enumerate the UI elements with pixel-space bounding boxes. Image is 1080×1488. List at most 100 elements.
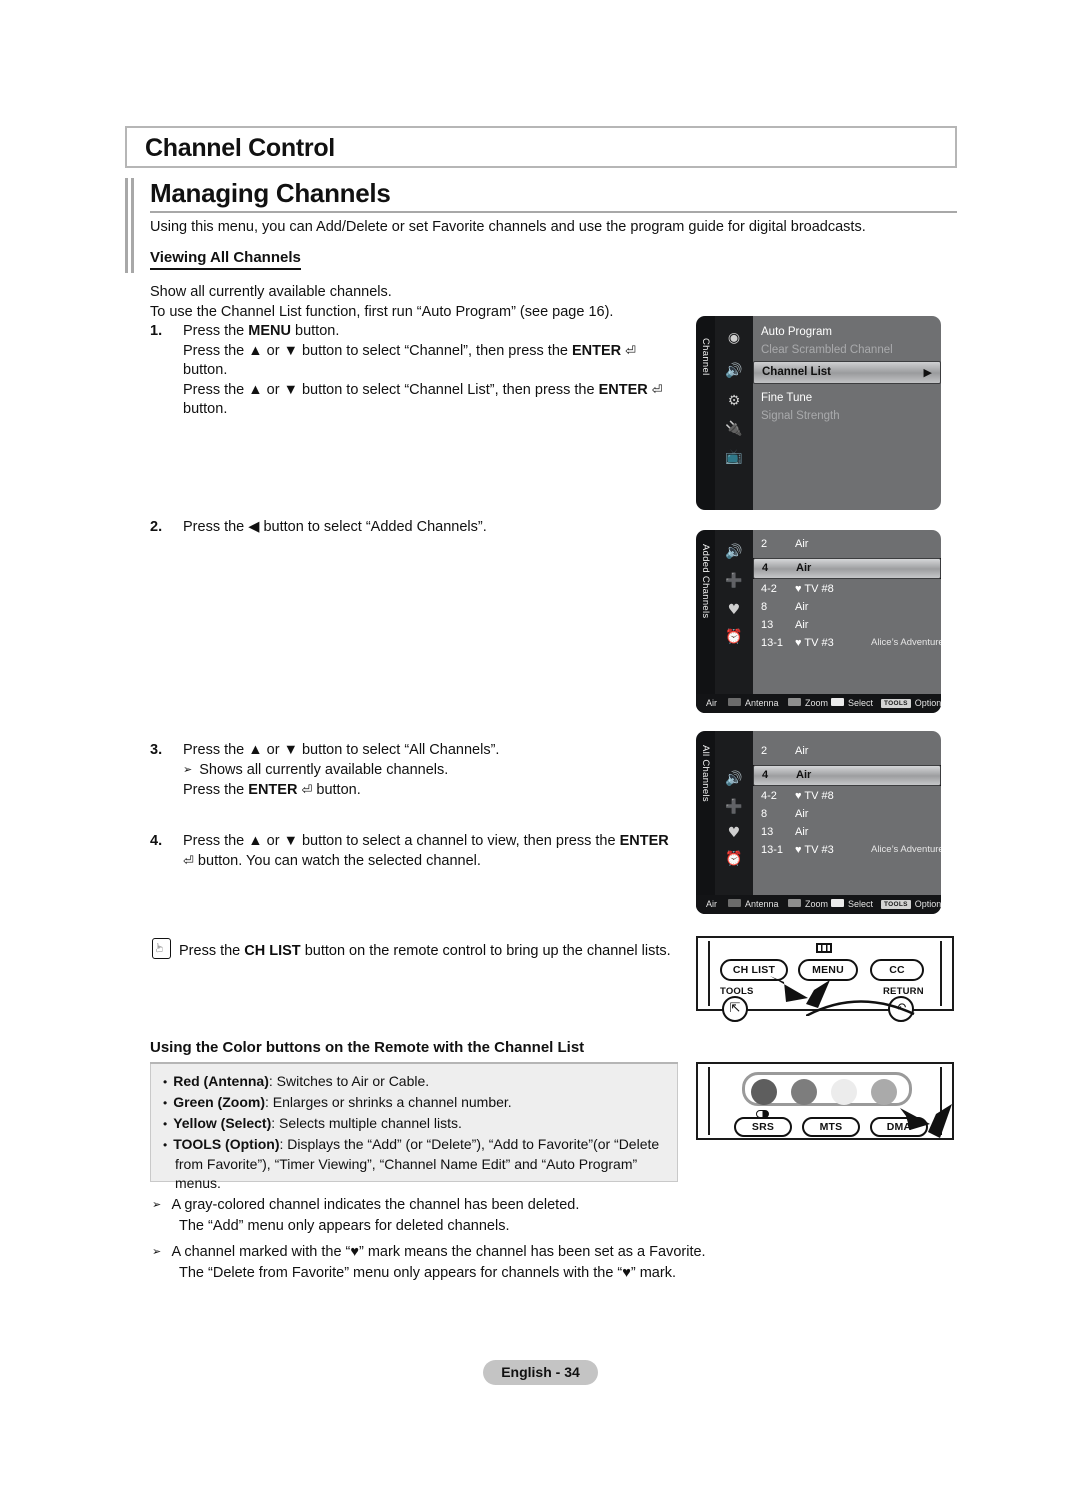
footer-yellow-label: Select bbox=[848, 899, 874, 909]
step-1-line-3: Press the ▲ or ▼ button to select “Chann… bbox=[183, 381, 663, 418]
footer-source-label: Air bbox=[706, 698, 717, 708]
added-channels-icon[interactable]: ➕ bbox=[723, 797, 745, 817]
lead-line-2: To use the Channel List function, first … bbox=[150, 303, 614, 320]
blue-color-button[interactable] bbox=[871, 1079, 897, 1105]
yellow-color-button[interactable] bbox=[831, 1079, 857, 1105]
osd-added-body: 2 Air 4 Air 4-2 ♥ TV #8 8 Air 13 Air 13-… bbox=[753, 530, 941, 713]
antenna-icon[interactable]: ◉ bbox=[723, 328, 745, 348]
section-intro: Using this menu, you can Add/Delete or s… bbox=[150, 219, 866, 235]
pointing-hand-icon bbox=[152, 938, 171, 959]
step-2-text: Press the ◀ button to select “Added Chan… bbox=[183, 519, 487, 535]
step-1-line-1: Press the MENU button. bbox=[183, 323, 340, 339]
osd-added-rail-label: Added Channels bbox=[700, 544, 711, 619]
menu-item-auto-program[interactable]: Auto Program bbox=[761, 326, 941, 338]
step-4: 4. Press the ▲ or ▼ button to select a c… bbox=[150, 832, 690, 871]
all-channels-icon[interactable]: 🔊 bbox=[723, 542, 745, 562]
color-buttons-box: Red (Antenna): Switches to Air or Cable.… bbox=[150, 1064, 678, 1191]
gear-icon[interactable]: ⚙ bbox=[723, 391, 745, 411]
color-button-item-tools: TOOLS (Option): Displays the “Add” (or “… bbox=[163, 1135, 665, 1193]
footer-green-label: Zoom bbox=[805, 698, 829, 708]
added-channels-icon[interactable]: ➕ bbox=[723, 571, 745, 591]
section-title: Managing Channels bbox=[150, 178, 391, 208]
green-swatch bbox=[788, 698, 801, 706]
programmed-icon[interactable]: ⏰ bbox=[723, 627, 745, 647]
channel-number: 4-2 bbox=[761, 790, 777, 802]
menu-item-clear-scrambled-channel[interactable]: Clear Scrambled Channel bbox=[761, 344, 941, 356]
footer-tools-option[interactable]: TOOLS Option bbox=[881, 698, 941, 708]
step-3-line-1: Press the ▲ or ▼ button to select “All C… bbox=[183, 742, 500, 758]
footer-red-antenna[interactable]: Antenna bbox=[728, 698, 779, 708]
footer-tools-label: Option bbox=[914, 698, 941, 708]
color-button-desc-yellow: : Selects multiple channel lists. bbox=[271, 1115, 462, 1131]
ch-list-note: Press the CH LIST button on the remote c… bbox=[152, 938, 697, 962]
remote-illustration-color-buttons: SRS MTS DMA bbox=[696, 1062, 954, 1140]
color-button-key-red: Red (Antenna) bbox=[173, 1073, 269, 1089]
channel-icon[interactable]: 🔊 bbox=[723, 361, 745, 381]
step-3-text: Press the ▲ or ▼ button to select “All C… bbox=[183, 741, 690, 801]
remote-illustration-ch-list: CH LIST MENU CC TOOLS RETURN ⇱ ↶ bbox=[696, 936, 954, 1022]
footer-source-label: Air bbox=[706, 899, 717, 909]
channel-name: ♥ TV #8 bbox=[795, 790, 834, 802]
favorites-heart-icon[interactable]: ♥ bbox=[723, 600, 745, 620]
enter-glyph-icon: ⏎ bbox=[625, 343, 637, 359]
remote-edge-line-right bbox=[940, 941, 942, 1006]
plug-icon[interactable]: 🔌 bbox=[723, 419, 745, 439]
chapter-title-bar: Channel Control bbox=[125, 126, 957, 168]
programmed-icon[interactable]: ⏰ bbox=[723, 849, 745, 869]
all-channels-icon[interactable]: 🔊 bbox=[723, 769, 745, 789]
channel-name: Air bbox=[795, 619, 809, 631]
footer-yellow-select[interactable]: Select bbox=[831, 698, 873, 708]
table-row[interactable]: 8 Air bbox=[753, 601, 941, 619]
channel-name: ♥ TV #8 bbox=[795, 583, 834, 595]
cc-button[interactable]: CC bbox=[870, 959, 924, 981]
table-row[interactable]: 2 Air bbox=[753, 538, 941, 556]
footer-green-zoom[interactable]: Zoom bbox=[788, 698, 828, 708]
table-row[interactable]: 13-1 ♥ TV #3 Alice’s Adventures in Wonde… bbox=[753, 637, 941, 655]
srs-button[interactable]: SRS bbox=[734, 1117, 792, 1137]
osd-added-icon-column: 🔊 ➕ ♥ ⏰ bbox=[715, 530, 753, 713]
channel-name: ♥ TV #3 bbox=[795, 637, 834, 649]
menu-item-fine-tune[interactable]: Fine Tune bbox=[761, 392, 941, 404]
osd-menu-body: Auto Program Clear Scrambled Channel Cha… bbox=[753, 316, 941, 510]
remote-edge-line-left bbox=[708, 941, 710, 1006]
color-button-item-green: Green (Zoom): Enlarges or shrinks a chan… bbox=[163, 1093, 665, 1113]
ch-list-note-text: Press the CH LIST button on the remote c… bbox=[179, 943, 671, 959]
menu-item-channel-list[interactable]: Channel List ▶ bbox=[753, 361, 941, 384]
footer-red-antenna[interactable]: Antenna bbox=[728, 899, 779, 909]
table-row[interactable]: 4-2 ♥ TV #8 bbox=[753, 790, 941, 808]
tools-round-button[interactable]: ⇱ bbox=[722, 996, 748, 1022]
table-row-selected[interactable]: 4 Air bbox=[753, 765, 941, 786]
table-row[interactable]: 13 Air bbox=[753, 826, 941, 844]
footer-tools-option[interactable]: TOOLS Option bbox=[881, 899, 941, 909]
channel-number: 13 bbox=[761, 826, 774, 838]
channel-number: 2 bbox=[761, 745, 768, 757]
menu-item-channel-list-label: Channel List bbox=[762, 366, 832, 378]
menu-item-signal-strength[interactable]: Signal Strength bbox=[761, 410, 941, 422]
osd-menu-rail-label: Channel bbox=[700, 338, 711, 376]
favorites-heart-icon[interactable]: ♥ bbox=[723, 823, 745, 843]
table-row[interactable]: 2 Air bbox=[753, 745, 941, 763]
footer-tools-label: Option bbox=[914, 899, 941, 909]
channel-name: Air bbox=[795, 538, 809, 550]
bottom-note-2: A channel marked with the “♥” mark means… bbox=[152, 1243, 772, 1283]
tv-icon[interactable]: 📺 bbox=[723, 447, 745, 467]
green-color-button[interactable] bbox=[791, 1079, 817, 1105]
enter-glyph-icon: ⏎ bbox=[183, 853, 194, 869]
red-color-button[interactable] bbox=[751, 1079, 777, 1105]
remote-curve-line bbox=[806, 1000, 915, 1016]
table-row[interactable]: 4-2 ♥ TV #8 bbox=[753, 583, 941, 601]
mts-button[interactable]: MTS bbox=[802, 1117, 860, 1137]
footer-yellow-select[interactable]: Select bbox=[831, 899, 873, 909]
color-button-key-yellow: Yellow (Select) bbox=[173, 1115, 272, 1131]
table-row[interactable]: 13 Air bbox=[753, 619, 941, 637]
table-row[interactable]: 8 Air bbox=[753, 808, 941, 826]
step-3-line-3: Press the ENTER ⏎ button. bbox=[183, 782, 361, 798]
chapter-title: Channel Control bbox=[145, 134, 335, 162]
footer-green-zoom[interactable]: Zoom bbox=[788, 899, 828, 909]
table-row[interactable]: 13-1 ♥ TV #3 Alice’s Adventures in Wonde… bbox=[753, 844, 941, 862]
channel-name: Air bbox=[795, 826, 809, 838]
channel-name: Air bbox=[795, 808, 809, 820]
table-row-selected[interactable]: 4 Air bbox=[753, 558, 941, 579]
bottom-notes: A gray-colored channel indicates the cha… bbox=[152, 1196, 772, 1290]
step-3: 3. Press the ▲ or ▼ button to select “Al… bbox=[150, 741, 690, 801]
